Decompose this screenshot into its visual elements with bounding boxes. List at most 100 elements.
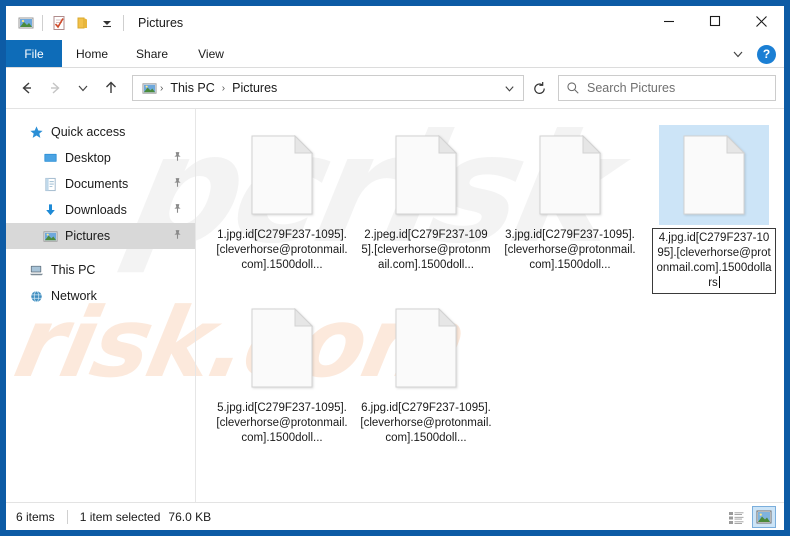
minimize-button[interactable]: [646, 6, 692, 36]
explorer-body: pcrisk risk.com Quick access Desktop Doc…: [6, 103, 784, 502]
tab-file[interactable]: File: [6, 40, 62, 67]
tab-home[interactable]: Home: [62, 40, 122, 67]
item-count: 6 items: [16, 509, 55, 524]
properties-icon[interactable]: [47, 11, 71, 35]
file-item[interactable]: 5.jpg.id[C279F237-1095].[cleverhorse@pro…: [210, 294, 354, 446]
sidebar-item-label: Pictures: [65, 229, 111, 243]
address-dropdown-icon[interactable]: [499, 82, 519, 95]
window-title: Pictures: [138, 16, 184, 30]
ribbon-tabs: File Home Share View ?: [6, 40, 784, 68]
file-list-view[interactable]: 1.jpg.id[C279F237-1095].[cleverhorse@pro…: [196, 109, 784, 502]
file-name-edit-field[interactable]: 4.jpg.id[C279F237-1095].[cleverhorse@pro…: [652, 228, 776, 294]
sidebar-item-label: This PC: [51, 263, 96, 277]
file-name: 4.jpg.id[C279F237-1095].[cleverhorse@pro…: [656, 232, 772, 289]
network-icon: [28, 288, 44, 304]
sidebar-item-desktop[interactable]: Desktop: [6, 145, 195, 171]
file-thumbnail: [371, 125, 481, 225]
file-thumbnail: [371, 298, 481, 398]
explorer-window: Pictures File Home Share View ? › This P…: [0, 0, 790, 536]
navigation-pane: Quick access Desktop Documents Downloads…: [6, 109, 196, 502]
breadcrumb-separator: ›: [160, 82, 164, 94]
file-name: 1.jpg.id[C279F237-1095].[cleverhorse@pro…: [216, 229, 348, 271]
generic-file-icon: [251, 307, 314, 388]
generic-file-icon: [539, 134, 602, 215]
pictures-icon[interactable]: [14, 11, 38, 35]
large-icons-view-icon[interactable]: [752, 506, 776, 528]
up-button[interactable]: [98, 75, 124, 101]
maximize-button[interactable]: [692, 6, 738, 36]
file-grid: 1.jpg.id[C279F237-1095].[cleverhorse@pro…: [210, 121, 776, 446]
search-placeholder: Search Pictures: [587, 81, 676, 95]
toolbar-divider: [42, 15, 43, 31]
documents-icon: [42, 176, 58, 192]
ribbon-right-controls: ?: [725, 40, 780, 68]
title-bar: Pictures: [6, 6, 784, 40]
generic-file-icon: [395, 134, 458, 215]
breadcrumb: › This PC › Pictures: [141, 80, 499, 96]
forward-button[interactable]: [42, 75, 68, 101]
sidebar-item-label: Network: [51, 289, 97, 303]
pictures-icon: [42, 228, 58, 244]
sidebar-item-label: Quick access: [51, 125, 126, 139]
sidebar-item-this-pc[interactable]: This PC: [6, 257, 195, 283]
sidebar-item-label: Documents: [65, 177, 129, 191]
sidebar-item-network[interactable]: Network: [6, 283, 195, 309]
close-button[interactable]: [738, 6, 784, 36]
file-name: 2.jpeg.id[C279F237-1095].[cleverhorse@pr…: [361, 229, 491, 271]
file-item[interactable]: 3.jpg.id[C279F237-1095].[cleverhorse@pro…: [498, 121, 642, 294]
selection-info: 1 item selected: [79, 509, 161, 524]
window-controls: [646, 6, 784, 36]
breadcrumb-pictures[interactable]: Pictures: [228, 81, 281, 95]
back-button[interactable]: [14, 75, 40, 101]
desktop-icon: [42, 150, 58, 166]
downloads-icon: [42, 202, 58, 218]
tab-share[interactable]: Share: [122, 40, 182, 67]
file-item[interactable]: 2.jpeg.id[C279F237-1095].[cleverhorse@pr…: [354, 121, 498, 294]
selection-size: 76.0 KB: [168, 509, 212, 524]
thispc-icon: [28, 262, 44, 278]
chevron-down-icon[interactable]: [725, 43, 751, 65]
help-button[interactable]: ?: [757, 44, 776, 64]
sidebar-item-downloads[interactable]: Downloads: [6, 197, 195, 223]
pin-icon[interactable]: [172, 177, 183, 191]
file-thumbnail: [227, 298, 337, 398]
search-input[interactable]: Search Pictures: [558, 75, 776, 101]
details-view-icon[interactable]: [724, 506, 748, 528]
sidebar-item-label: Downloads: [65, 203, 127, 217]
pictures-icon: [141, 80, 157, 96]
generic-file-icon: [395, 307, 458, 388]
generic-file-icon: [683, 134, 746, 215]
pin-icon[interactable]: [172, 151, 183, 165]
file-name: 5.jpg.id[C279F237-1095].[cleverhorse@pro…: [216, 402, 348, 444]
file-item[interactable]: 6.jpg.id[C279F237-1095].[cleverhorse@pro…: [354, 294, 498, 446]
view-mode-buttons: [724, 503, 776, 531]
file-name: 6.jpg.id[C279F237-1095].[cleverhorse@pro…: [360, 402, 492, 444]
search-icon: [565, 80, 581, 96]
status-divider: [66, 509, 68, 524]
file-thumbnail: [227, 125, 337, 225]
refresh-button[interactable]: [526, 75, 552, 101]
sidebar-item-quick-access[interactable]: Quick access: [6, 119, 195, 145]
sidebar-item-label: Desktop: [65, 151, 111, 165]
address-input[interactable]: › This PC › Pictures: [132, 75, 524, 101]
tab-view[interactable]: View: [182, 40, 240, 67]
file-item-selected[interactable]: 4.jpg.id[C279F237-1095].[cleverhorse@pro…: [642, 121, 784, 294]
pin-icon[interactable]: [172, 203, 183, 217]
window-inner: Pictures File Home Share View ? › This P…: [6, 6, 784, 530]
breadcrumb-this-pc[interactable]: This PC: [166, 81, 218, 95]
file-name: 3.jpg.id[C279F237-1095].[cleverhorse@pro…: [504, 229, 636, 271]
sidebar-item-pictures[interactable]: Pictures: [6, 223, 195, 249]
address-bar: › This PC › Pictures Search Pictures: [6, 68, 784, 108]
file-thumbnail: [515, 125, 625, 225]
sidebar-item-documents[interactable]: Documents: [6, 171, 195, 197]
pin-icon[interactable]: [172, 229, 183, 243]
generic-file-icon: [251, 134, 314, 215]
file-item[interactable]: 1.jpg.id[C279F237-1095].[cleverhorse@pro…: [210, 121, 354, 294]
status-bar: 6 items 1 item selected 76.0 KB: [6, 502, 784, 530]
star-icon: [28, 124, 44, 140]
customize-dropdown-icon[interactable]: [95, 11, 119, 35]
quick-access-toolbar: [6, 11, 128, 35]
recent-locations-button[interactable]: [70, 75, 96, 101]
new-folder-icon[interactable]: [71, 11, 95, 35]
